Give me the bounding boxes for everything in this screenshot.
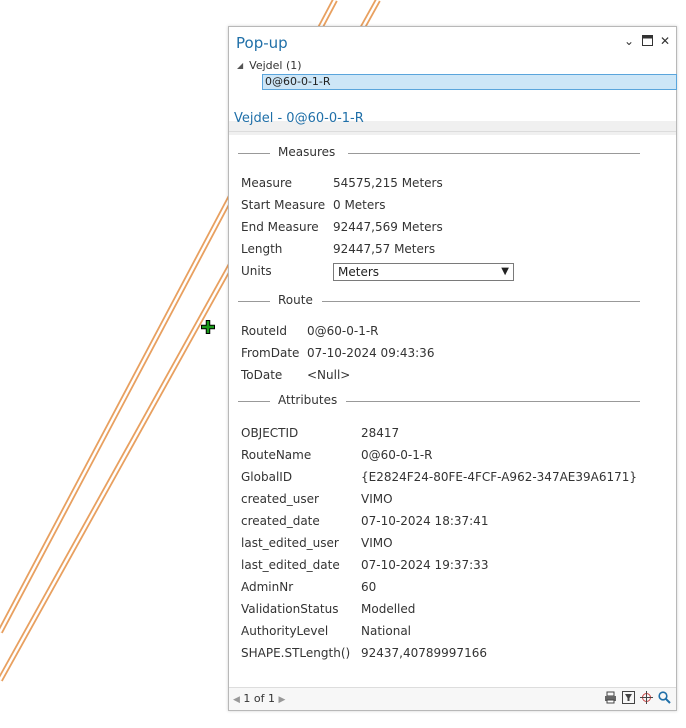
print-icon[interactable] — [603, 691, 617, 705]
units-dropdown[interactable]: Meters ▼ — [333, 263, 514, 281]
chevron-down-icon[interactable]: ⌄ — [621, 33, 637, 49]
section-attributes: Attributes — [238, 393, 640, 409]
section-measures: Measures — [238, 145, 640, 161]
search-icon[interactable] — [657, 691, 671, 705]
section-heading: Measures — [278, 145, 336, 159]
units-selected-value: Meters — [338, 265, 380, 279]
previous-arrow-icon[interactable]: ◀ — [233, 695, 240, 705]
chevron-down-icon: ▼ — [501, 266, 509, 277]
popup-title: Pop-up — [236, 34, 288, 52]
tree-layer-label: Vejdel (1) — [249, 59, 302, 72]
feature-tree: ◢ Vejdel (1) 0@60-0-1-R — [229, 57, 677, 135]
tree-feature-node[interactable]: 0@60-0-1-R — [262, 74, 677, 90]
section-route: Route — [238, 293, 640, 309]
expand-caret-icon[interactable]: ◢ — [237, 59, 243, 73]
feature-title: Vejdel - 0@60-0-1-R — [234, 111, 364, 126]
feature-header: Vejdel - 0@60-0-1-R — [229, 105, 676, 132]
next-arrow-icon[interactable]: ▶ — [279, 695, 286, 705]
location-marker-icon — [201, 320, 215, 334]
popup-pane: Pop-up ⌄ ✕ ◢ Vejdel (1) 0@60-0-1-R Vejdel… — [228, 26, 677, 711]
pager-label: 1 of 1 — [243, 692, 276, 705]
close-icon[interactable]: ✕ — [657, 33, 673, 49]
popup-titlebar: Pop-up ⌄ ✕ — [229, 27, 676, 57]
filter-icon[interactable] — [621, 691, 635, 705]
section-heading: Attributes — [278, 393, 338, 407]
maximize-icon[interactable] — [639, 33, 655, 49]
section-heading: Route — [278, 293, 313, 307]
tree-layer-node[interactable]: ◢ Vejdel (1) — [237, 59, 302, 73]
units-label: Units — [241, 264, 272, 278]
pager: ◀ 1 of 1 ▶ — [233, 692, 285, 705]
popup-footer: ◀ 1 of 1 ▶ — [229, 687, 676, 710]
zoom-to-icon[interactable] — [639, 691, 653, 705]
